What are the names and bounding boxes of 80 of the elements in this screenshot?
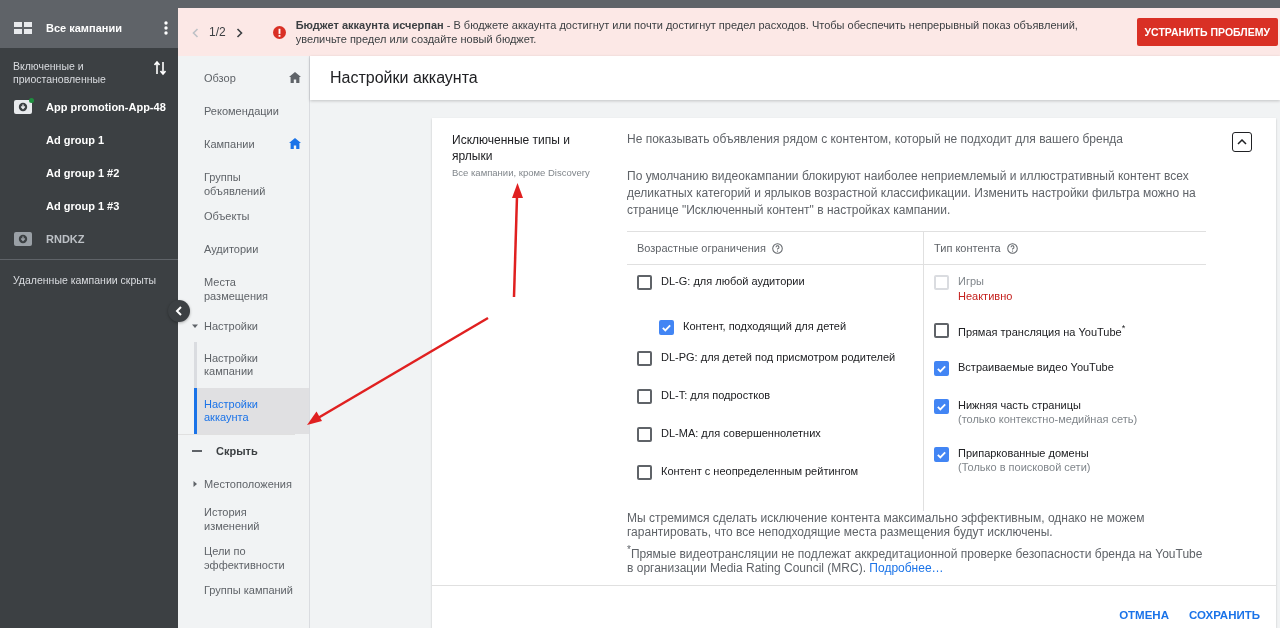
option-label: DL-G: для любой аудитории: [661, 275, 805, 287]
fix-button[interactable]: УСТРАНИТЬ ПРОБЛЕМУ: [1136, 18, 1278, 46]
nav-item[interactable]: Места размещения: [178, 270, 309, 309]
hide-toggle[interactable]: Скрыть: [178, 434, 295, 467]
nav-item[interactable]: Рекомендации: [178, 99, 309, 132]
minus-icon: [192, 450, 202, 452]
checkbox[interactable]: [934, 447, 949, 462]
nav-item[interactable]: Цели по эффективности: [178, 539, 309, 578]
check-icon: [936, 449, 947, 460]
campaign-item[interactable]: RNDKZ: [0, 222, 178, 255]
option-label: DL-T: для подростков: [661, 389, 771, 401]
caret-down-icon: [192, 322, 198, 329]
chevron-up-icon: [1237, 139, 1247, 145]
pager-text: 1/2: [209, 25, 226, 39]
column-heading: Возрастные ограничения: [637, 242, 766, 254]
campaign-item[interactable]: App promotion-App-48: [0, 90, 178, 123]
filter-label: Включенные и приостановленные: [13, 60, 107, 86]
ad-group-item[interactable]: Ad group 1 #2: [0, 156, 178, 189]
caret-right-icon: [192, 480, 198, 487]
card-subtitle: Все кампании, кроме Discovery: [452, 167, 591, 178]
checkbox[interactable]: [637, 389, 652, 404]
nav-item[interactable]: Обзор: [178, 66, 309, 99]
video-icon: [14, 99, 32, 114]
nav-item[interactable]: Аудитории: [178, 237, 309, 270]
checkbox[interactable]: [659, 320, 674, 335]
cancel-button[interactable]: ОТМЕНА: [1111, 606, 1177, 624]
nav-section[interactable]: Настройки: [178, 309, 309, 342]
nav-subitem[interactable]: Настройки кампании: [194, 342, 309, 388]
nav-item[interactable]: Группы объявлений: [178, 165, 309, 204]
checkbox[interactable]: [637, 465, 652, 480]
option-label: Прямая трансляция на YouTube$^{*}$: [958, 323, 1126, 338]
option-label: Контент с неопределенным рейтингом: [661, 465, 859, 477]
checkbox[interactable]: [637, 427, 652, 442]
sort-icon[interactable]: [154, 60, 166, 76]
chevron-left-icon: [175, 306, 183, 316]
video-icon: [14, 231, 32, 246]
nav-item[interactable]: Объекты: [178, 204, 309, 237]
help-icon[interactable]: [1006, 242, 1018, 254]
option-label: DL-MA: для совершеннолетних: [661, 427, 821, 439]
column-heading: Тип контента: [934, 242, 1001, 254]
error-icon: [272, 25, 286, 39]
lead-text: Не показывать объявления рядом с контентом, который не подходит для вашего бренда: [627, 132, 1124, 146]
description-text: По умолчанию видеокампании блокируют наиболее неприемлемый и иллюстративный контент всех деликатных категорий и ярлыков возрастной классификации. Изменить настройки фильтра можно на странице "Исключенный контент" в настройках кампании.: [627, 168, 1197, 219]
ad-group-item[interactable]: Ad group 1 #3: [0, 189, 178, 222]
disclaimer-text: Мы стремимся сделать исключение контента максимально эффективным, однако не можем гарантировать, что все неподходящие места размещения будут исключены.: [627, 511, 1146, 539]
nav-item[interactable]: История изменений: [178, 500, 309, 539]
save-button[interactable]: СОХРАНИТЬ: [1180, 606, 1268, 624]
sidebar-title: Все кампании: [46, 22, 123, 34]
checkbox[interactable]: [637, 275, 652, 290]
status-text: Неактивно: [958, 290, 1013, 302]
option-label: Припаркованные домены: [958, 447, 1090, 459]
checkbox[interactable]: [934, 399, 949, 414]
option-label: DL-PG: для детей под присмотром родителей: [661, 351, 896, 363]
nav-section[interactable]: Местоположения: [178, 467, 309, 500]
footnote-text: $^{*}$Прямые видеотрансляции не подлежат аккредитационной проверке безопасности бренда на YouTube в организации Media Rating Council (MRC). Подробнее…: [627, 543, 1204, 575]
check-icon: [936, 401, 947, 412]
card-title: Исключенные типы и ярлыки: [452, 132, 571, 164]
option-label: Встраиваемые видео YouTube: [958, 361, 1114, 373]
option-label: Игры: [958, 275, 985, 287]
nav-item[interactable]: Кампании: [178, 132, 309, 165]
option-label: Нижняя часть страницы: [958, 399, 1082, 411]
page-title: Настройки аккаунта: [330, 69, 478, 87]
checkbox[interactable]: [934, 323, 949, 338]
option-label: Контент, подходящий для детей: [683, 320, 847, 332]
collapse-button[interactable]: [1232, 132, 1252, 152]
more-icon[interactable]: [164, 21, 168, 35]
grid-icon: [14, 22, 32, 34]
learn-more-link[interactable]: Подробнее…: [869, 561, 944, 575]
sidebar-footer-text: Удаленные кампании скрыты: [13, 274, 157, 286]
checkbox[interactable]: [934, 361, 949, 376]
help-icon[interactable]: [771, 242, 783, 254]
option-note: (только контекстно-медийная сеть): [958, 413, 1138, 425]
option-note: (Только в поисковой сети): [958, 461, 1091, 473]
nav-item[interactable]: Группы кампаний: [178, 578, 309, 611]
nav-subitem[interactable]: Настройки аккаунта: [194, 388, 309, 434]
check-icon: [661, 322, 672, 333]
ad-group-item[interactable]: Ad group 1: [0, 123, 178, 156]
alert-message: Бюджет аккаунта исчерпан - В бюджете аккаунта достигнут или почти достигнут предел расходов. Чтобы обеспечить непрерывный показ объявлений, увеличьте предел или создайте новый бюджет.: [295, 18, 1079, 46]
check-icon: [936, 363, 947, 374]
checkbox[interactable]: [637, 351, 652, 366]
